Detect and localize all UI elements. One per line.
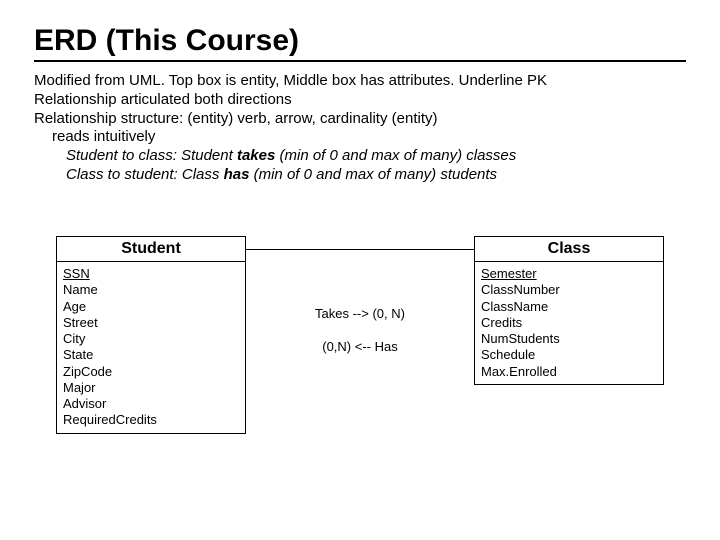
- attr: RequiredCredits: [63, 412, 239, 428]
- text: Class to student: Class: [66, 166, 224, 183]
- entity-name: Student: [56, 236, 246, 262]
- bullet-line: Class to student: Class has (min of 0 an…: [66, 166, 686, 185]
- entity-attrs: Semester ClassNumber ClassName Credits N…: [474, 262, 664, 385]
- attr: NumStudents: [481, 331, 657, 347]
- attr: Schedule: [481, 347, 657, 363]
- text: (min of 0 and max of many) classes: [275, 147, 516, 164]
- attr: Credits: [481, 315, 657, 331]
- entity-student: Student SSN Name Age Street City State Z…: [56, 236, 246, 434]
- entity-attrs: SSN Name Age Street City State ZipCode M…: [56, 262, 246, 434]
- bullet-line: Relationship structure: (entity) verb, a…: [34, 110, 686, 129]
- attr: Street: [63, 315, 239, 331]
- attr: ZipCode: [63, 364, 239, 380]
- attr: Age: [63, 299, 239, 315]
- attr: Semester: [481, 266, 657, 282]
- attr: SSN: [63, 266, 239, 282]
- attr: State: [63, 347, 239, 363]
- attr: Major: [63, 380, 239, 396]
- relationship-labels: Takes --> (0, N) (0,N) <-- Has: [315, 236, 405, 354]
- entity-name: Class: [474, 236, 664, 262]
- bullet-line: Student to class: Student takes (min of …: [66, 147, 686, 166]
- slide-title: ERD (This Course): [34, 24, 686, 62]
- bullet-line: Relationship articulated both directions: [34, 91, 686, 110]
- erd-diagram: Student SSN Name Age Street City State Z…: [56, 236, 664, 466]
- slide: ERD (This Course) Modified from UML. Top…: [0, 0, 720, 540]
- attr: Advisor: [63, 396, 239, 412]
- text: (min of 0 and max of many) students: [249, 166, 497, 183]
- entity-class: Class Semester ClassNumber ClassName Cre…: [474, 236, 664, 385]
- attr: ClassName: [481, 299, 657, 315]
- description-block: Modified from UML. Top box is entity, Mi…: [34, 72, 686, 185]
- attr: Max.Enrolled: [481, 364, 657, 380]
- text-bold: takes: [237, 147, 275, 164]
- rel-takes: Takes --> (0, N): [315, 306, 405, 321]
- attr: City: [63, 331, 239, 347]
- text-bold: has: [224, 166, 250, 183]
- attr: Name: [63, 282, 239, 298]
- bullet-line: Modified from UML. Top box is entity, Mi…: [34, 72, 686, 91]
- attr: ClassNumber: [481, 282, 657, 298]
- text: Student to class: Student: [66, 147, 237, 164]
- rel-has: (0,N) <-- Has: [315, 339, 405, 354]
- bullet-line: reads intuitively: [52, 128, 686, 147]
